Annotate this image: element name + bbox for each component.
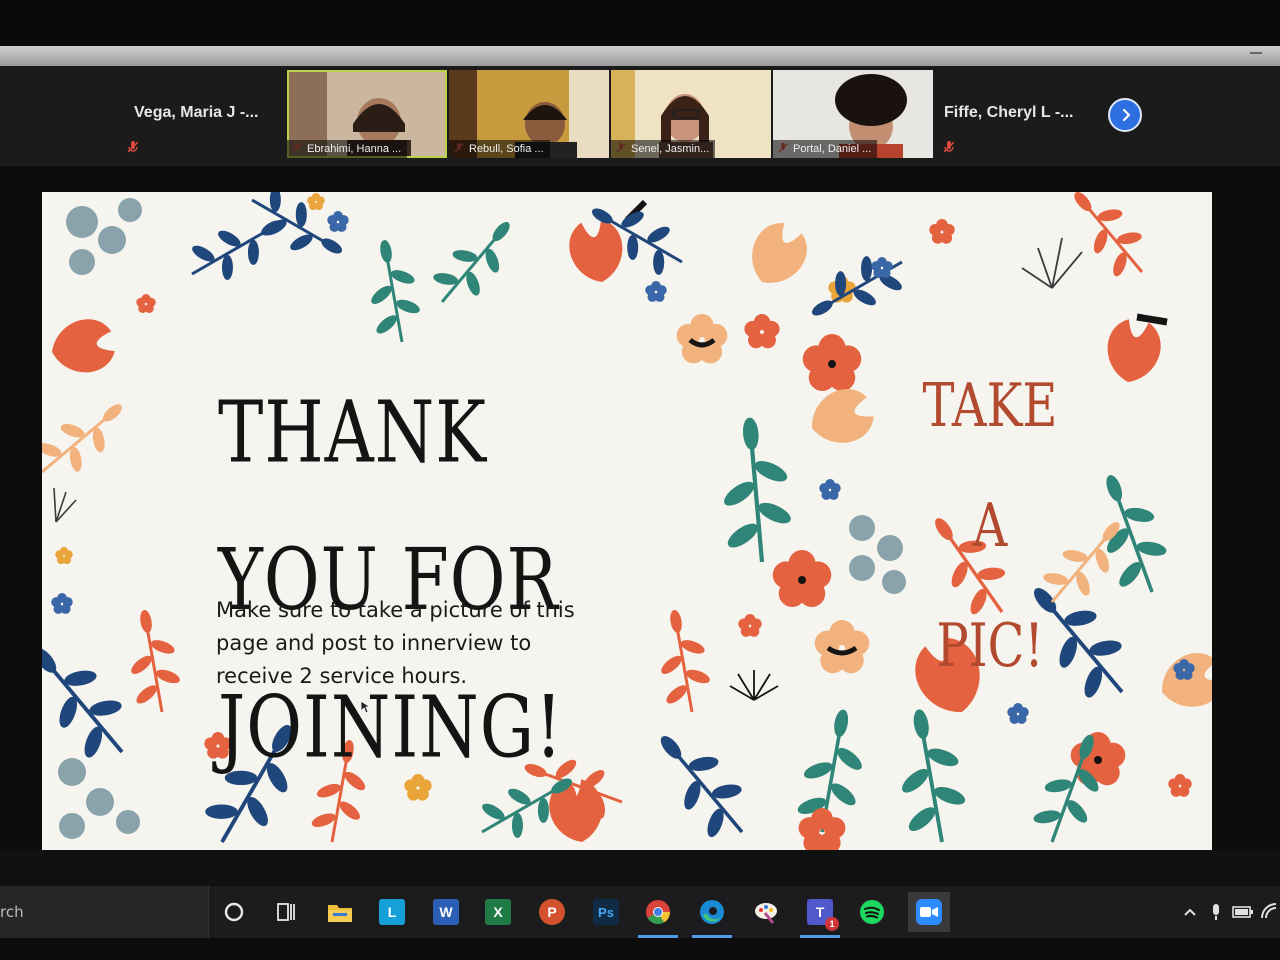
participant-video-tile[interactable]: Portal, Daniel ... — [773, 70, 933, 158]
shared-slide: THANK YOU FOR JOINING! Make sure to take… — [42, 192, 1212, 850]
teams-icon[interactable]: T 1 — [800, 896, 840, 938]
slide-body-text: Make sure to take a picture of this page… — [216, 598, 575, 688]
slide-title: THANK YOU FOR JOINING! — [218, 360, 638, 803]
monitor-top-bezel — [0, 0, 1280, 48]
mouse-cursor-icon — [360, 700, 370, 714]
notification-badge: 1 — [825, 917, 839, 931]
file-explorer-icon[interactable] — [324, 896, 356, 928]
photoshop-icon[interactable]: Ps — [590, 896, 622, 928]
minimize-icon[interactable] — [1250, 52, 1262, 54]
microphone-icon[interactable] — [1208, 902, 1224, 922]
meeting-footer-area — [0, 850, 1280, 886]
cortana-icon[interactable] — [218, 896, 250, 928]
participant-video-tile[interactable]: Rebull, Sofia ... — [449, 70, 609, 158]
search-placeholder: rch — [0, 903, 24, 921]
slide-aside-line: PIC! — [936, 611, 1044, 681]
participant-video-tile[interactable]: Senel, Jasmin... — [611, 70, 771, 158]
paint-icon[interactable] — [750, 896, 782, 928]
edge-icon[interactable] — [692, 896, 732, 938]
window-top-bar — [0, 46, 1280, 66]
participant-tile-name-only[interactable]: Vega, Maria J -... — [120, 66, 280, 156]
powerpoint-icon[interactable]: P — [536, 896, 568, 928]
wifi-icon[interactable] — [1260, 902, 1280, 922]
chevron-up-icon[interactable] — [1182, 902, 1198, 922]
participant-name: Vega, Maria J -... — [134, 104, 259, 121]
battery-icon[interactable] — [1232, 902, 1254, 922]
chrome-icon[interactable] — [638, 896, 678, 938]
taskbar-search-box[interactable]: rch — [0, 886, 209, 938]
participant-caption: Ebrahimi, Hanna ... — [287, 140, 408, 158]
participant-video-tile[interactable]: Ebrahimi, Hanna ... — [287, 70, 447, 158]
participant-strip: Vega, Maria J -... Ebrahimi, Hanna ... R… — [0, 66, 1280, 166]
task-view-icon[interactable] — [270, 896, 302, 928]
slide-aside-line: TAKE A — [922, 371, 1058, 561]
l-app-icon[interactable]: L — [376, 896, 408, 928]
chevron-right-icon — [1122, 108, 1131, 122]
participant-caption: Rebull, Sofia ... — [449, 140, 550, 158]
monitor-bottom-bezel — [0, 938, 1280, 960]
excel-icon[interactable]: X — [482, 896, 514, 928]
slide-aside-text: TAKE A PIC! — [900, 346, 1080, 706]
spotify-icon[interactable] — [856, 896, 888, 928]
participant-caption: Senel, Jasmin... — [611, 140, 716, 158]
participant-tile-name-only[interactable]: Fiffe, Cheryl L -... — [936, 66, 1106, 156]
muted-microphone-icon — [126, 140, 140, 154]
zoom-icon[interactable] — [904, 892, 950, 942]
word-icon[interactable]: W — [430, 896, 462, 928]
participant-name: Fiffe, Cheryl L -... — [944, 104, 1074, 121]
taskbar: rch L W X P Ps T 1 — [0, 886, 1280, 942]
muted-microphone-icon — [942, 140, 956, 154]
participant-caption: Portal, Daniel ... — [773, 140, 878, 158]
next-page-button[interactable] — [1108, 98, 1142, 132]
